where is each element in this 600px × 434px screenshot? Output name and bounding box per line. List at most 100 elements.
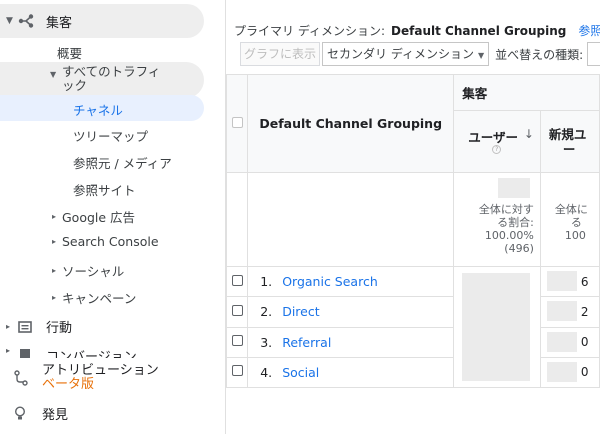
sidebar-item-overview[interactable]: 概要 (57, 43, 82, 62)
new-users-column-header[interactable]: 新規ユー (539, 110, 600, 173)
secondary-dimension-label: セカンダリ ディメンション (327, 47, 474, 61)
table-row[interactable]: 3. Referral 0 (226, 326, 600, 358)
table-row[interactable]: 2. Direct 2 (226, 296, 600, 328)
users-total-text: 全体に対す る割合: 100.00% (496) (478, 203, 534, 255)
sidebar-item-all-traffic[interactable]: ▼ すべてのトラフィ ック (0, 62, 204, 98)
primary-dimension-bar: プライマリ ディメンション: Default Channel Grouping 参照… (234, 22, 600, 39)
sidebar-item-label: ツリーマップ (73, 129, 149, 144)
sidebar-item-attribution[interactable]: アトリビューション ベータ版 (14, 364, 159, 392)
new-users-value: 6 (580, 274, 589, 289)
row-dimension-cell: 3. Referral (247, 326, 455, 358)
row-number: 1. (260, 274, 273, 290)
users-values-cell (453, 266, 541, 388)
table-row[interactable]: 1. Organic Search 6 (226, 265, 600, 388)
sidebar-item-discover[interactable]: 発見 (14, 404, 68, 423)
row-checkbox[interactable] (231, 335, 243, 347)
row-number: 4. (260, 364, 273, 380)
select-all-checkbox[interactable] (231, 116, 243, 128)
users-total-cell: 全体に対す る割合: 100.00% (496) (453, 172, 541, 267)
table-toolbar: グラフに表示 セカンダリ ディメンション ▼ 並べ替えの種類: (240, 42, 600, 66)
new-users-header-label: 新規ユー (548, 127, 587, 157)
new-users-cell: 0 (539, 356, 600, 389)
chevron-right-icon: ▸ (6, 322, 11, 331)
secondary-dimension-dropdown[interactable]: セカンダリ ディメンション ▼ (322, 42, 490, 66)
redacted-value (497, 178, 530, 198)
row-link[interactable]: Referral (282, 335, 331, 350)
sidebar-item-google-ads[interactable]: ▸ Google 広告 (52, 207, 135, 226)
primary-dimension-current[interactable]: Default Channel Grouping (391, 24, 566, 38)
sidebar-item-label: チャネル (73, 103, 123, 118)
totals-checkbox-cell (226, 172, 249, 267)
lightbulb-icon (14, 406, 42, 421)
sidebar-item-label: キャンペーン (62, 291, 137, 306)
row-checkbox[interactable] (231, 274, 243, 286)
chevron-down-icon: ▼ (50, 70, 57, 79)
new-users-value: 2 (580, 304, 589, 319)
report-main: プライマリ ディメンション: Default Channel Grouping 参照… (226, 0, 600, 434)
new-users-cell: 2 (539, 296, 600, 328)
sidebar-item-label: 発見 (42, 408, 69, 423)
redacted-value (546, 361, 577, 382)
help-icon[interactable]: ? (492, 145, 502, 154)
redacted-value (546, 331, 577, 352)
sidebar-item-label: アトリビューション ベータ版 (42, 363, 159, 392)
chevron-right-icon: ▸ (6, 346, 11, 355)
select-all-cell (226, 74, 249, 173)
sidebar-item-search-console[interactable]: ▸ Search Console (52, 234, 159, 249)
sort-type-dropdown[interactable] (587, 42, 600, 66)
new-users-cell: 6 (539, 265, 600, 298)
row-checkbox[interactable] (231, 304, 243, 316)
sidebar-item-label: すべてのトラフィ ック (62, 64, 161, 93)
row-link[interactable]: Organic Search (282, 274, 378, 289)
beta-badge: ベータ版 (42, 377, 95, 392)
chevron-right-icon: ▸ (52, 212, 57, 221)
chevron-down-icon: ▼ (6, 16, 13, 26)
sidebar-item-label: ソーシャル (62, 264, 125, 279)
row-dimension-cell: 4. Social (247, 356, 455, 389)
new-users-value: 0 (580, 335, 589, 350)
sidebar-item-social[interactable]: ▸ ソーシャル (52, 261, 124, 280)
acquisition-group-header: 集客 (453, 74, 600, 111)
row-link[interactable]: Social (282, 365, 319, 380)
redacted-value (546, 271, 577, 291)
acquisition-icon (18, 14, 40, 28)
sidebar-item-label: コンバージョン (46, 350, 137, 358)
redacted-values (462, 273, 531, 381)
flag-icon (18, 346, 40, 358)
sidebar-item-conversions[interactable]: ▸ コンバージョン (6, 346, 137, 358)
dimension-header[interactable]: Default Channel Grouping (247, 74, 455, 173)
sidebar-item-label: 行動 (46, 321, 73, 336)
sidebar-item-behavior[interactable]: ▸ 行動 (6, 317, 72, 336)
chevron-right-icon: ▸ (52, 266, 57, 275)
plot-rows-button[interactable]: グラフに表示 (240, 42, 321, 66)
sidebar-item-label: 概要 (57, 46, 83, 61)
new-users-value: 0 (580, 365, 589, 380)
table-row[interactable]: 4. Social 0 (226, 356, 600, 389)
redacted-value (546, 301, 577, 322)
row-checkbox[interactable] (231, 365, 243, 377)
attribution-icon (14, 370, 42, 386)
behavior-icon (18, 320, 40, 333)
sidebar-item-label: Search Console (62, 234, 159, 249)
data-table: Default Channel Grouping 集客 ユーザー ↓ ? 新規ユ… (226, 74, 600, 389)
sort-type-label: 並べ替えの種類: (495, 47, 584, 62)
users-column-header[interactable]: ユーザー ↓ ? (453, 110, 541, 173)
new-users-cell: 0 (539, 326, 600, 358)
sidebar-item-channels[interactable]: チャネル (0, 95, 204, 121)
sidebar-item-label: 参照サイト (73, 183, 136, 198)
sidebar-item-treemap[interactable]: ツリーマップ (73, 126, 148, 145)
row-link[interactable]: Direct (282, 304, 319, 319)
row-dimension-cell: 1. Organic Search (247, 265, 455, 298)
sort-desc-icon: ↓ (523, 127, 534, 141)
sidebar-item-campaigns[interactable]: ▸ キャンペーン (52, 288, 136, 307)
chevron-right-icon: ▸ (52, 237, 57, 246)
sidebar-item-acquisition[interactable]: ▼ 集客 (0, 4, 204, 38)
new-users-total-text: 全体にる 100 (554, 203, 588, 242)
row-checkbox-cell (226, 296, 249, 328)
new-users-total-cell: 全体にる 100 (539, 172, 600, 267)
primary-dimension-source-medium-link[interactable]: 参照元/メ (578, 24, 600, 38)
sidebar-item-source-medium[interactable]: 参照元 / メディア (73, 153, 172, 172)
sidebar-item-referrals[interactable]: 参照サイト (73, 180, 136, 199)
row-checkbox-cell (226, 265, 249, 298)
sidebar-item-label: Google 広告 (62, 210, 136, 225)
